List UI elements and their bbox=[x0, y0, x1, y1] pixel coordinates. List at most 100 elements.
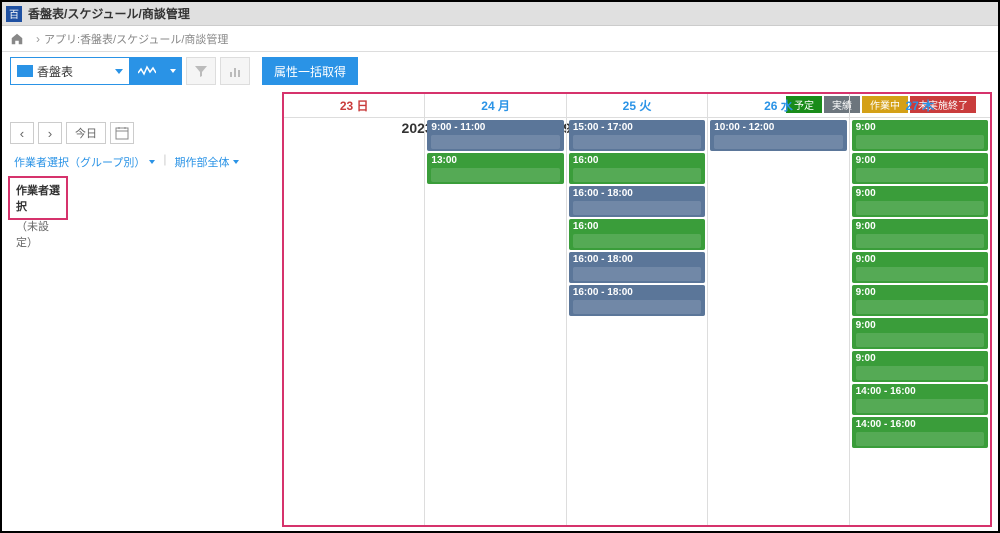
event-time: 16:00 - 18:00 bbox=[573, 188, 701, 199]
event-body bbox=[856, 234, 984, 248]
funnel-icon bbox=[194, 64, 208, 78]
chevron-down-icon bbox=[149, 160, 155, 164]
view-select-label: 香盤表 bbox=[37, 63, 115, 80]
event-body bbox=[856, 135, 984, 149]
calendar-event[interactable]: 16:00 - 18:00 bbox=[569, 285, 705, 316]
worker-group-filter[interactable]: 作業者選択（グループ別） bbox=[10, 152, 159, 172]
calendar-event[interactable]: 9:00 bbox=[852, 219, 988, 250]
chevron-down-icon bbox=[115, 69, 123, 74]
calendar-event[interactable]: 14:00 - 16:00 bbox=[852, 384, 988, 415]
titlebar: 百 香盤表/スケジュール/商談管理 bbox=[2, 2, 998, 26]
worker-select-box[interactable]: 作業者選択 （未設定） bbox=[8, 176, 68, 220]
calendar-event[interactable]: 9:00 - 11:00 bbox=[427, 120, 563, 151]
day-column: 9:00 9:00 9:00 9:00 9:00 9:00 9:00 9:00 14:00 - … bbox=[849, 118, 990, 525]
event-body bbox=[573, 234, 701, 248]
event-body bbox=[431, 168, 559, 182]
graph-toggle-button[interactable] bbox=[130, 57, 164, 85]
calendar-event[interactable]: 9:00 bbox=[852, 351, 988, 382]
next-button[interactable]: › bbox=[38, 122, 62, 144]
prev-button[interactable]: ‹ bbox=[10, 122, 34, 144]
calendar-event[interactable]: 9:00 bbox=[852, 285, 988, 316]
left-panel: ‹ › 今日 作業者選択（グループ別） | 期作部全体 作業者選択 （未設定） bbox=[2, 90, 282, 531]
calendar-event[interactable]: 14:00 - 16:00 bbox=[852, 417, 988, 448]
day-header[interactable]: 25 火 bbox=[566, 94, 707, 117]
event-body bbox=[856, 300, 984, 314]
event-body bbox=[573, 135, 701, 149]
breadcrumb-sep: › bbox=[36, 32, 40, 46]
calendar-event[interactable]: 16:00 - 18:00 bbox=[569, 186, 705, 217]
day-column: 9:00 - 11:00 13:00 bbox=[424, 118, 565, 525]
event-time: 16:00 - 18:00 bbox=[573, 254, 701, 265]
event-body bbox=[856, 399, 984, 413]
event-time: 9:00 bbox=[856, 122, 984, 133]
event-body bbox=[573, 168, 701, 182]
calendar-body: 9:00 - 11:00 13:00 15:00 - 17:00 16:00 16:00… bbox=[284, 118, 990, 525]
calendar-event[interactable]: 16:00 - 18:00 bbox=[569, 252, 705, 283]
event-body bbox=[856, 333, 984, 347]
event-body bbox=[573, 267, 701, 281]
chart-button[interactable] bbox=[220, 57, 250, 85]
bulk-fetch-button[interactable]: 属性一括取得 bbox=[262, 57, 358, 85]
event-body bbox=[856, 201, 984, 215]
calendar-event[interactable]: 10:00 - 12:00 bbox=[710, 120, 846, 151]
day-header[interactable]: 27 木 bbox=[849, 94, 990, 117]
event-time: 14:00 - 16:00 bbox=[856, 419, 984, 430]
graph-dropdown-button[interactable] bbox=[164, 57, 182, 85]
chevron-down-icon bbox=[233, 160, 239, 164]
event-time: 9:00 bbox=[856, 155, 984, 166]
breadcrumb: › アプリ: 香盤表/スケジュール/商談管理 bbox=[2, 26, 998, 52]
filter-row: 作業者選択（グループ別） | 期作部全体 bbox=[2, 150, 282, 174]
event-time: 16:00 - 18:00 bbox=[573, 287, 701, 298]
event-time: 15:00 - 17:00 bbox=[573, 122, 701, 133]
calendar-event[interactable]: 9:00 bbox=[852, 153, 988, 184]
calendar-area: 23 日24 月25 火26 水27 木 9:00 - 11:00 13:00 15… bbox=[282, 92, 992, 527]
worker-group-label: 作業者選択（グループ別） bbox=[14, 154, 145, 170]
calendar-picker-button[interactable] bbox=[110, 122, 134, 144]
event-time: 14:00 - 16:00 bbox=[856, 386, 984, 397]
day-header[interactable]: 26 水 bbox=[707, 94, 848, 117]
event-time: 9:00 bbox=[856, 353, 984, 364]
event-body bbox=[856, 366, 984, 380]
app-icon: 百 bbox=[6, 6, 22, 22]
calendar-event[interactable]: 15:00 - 17:00 bbox=[569, 120, 705, 151]
worker-select-value: （未設定） bbox=[16, 218, 60, 250]
filter-button[interactable] bbox=[186, 57, 216, 85]
day-column: 15:00 - 17:00 16:00 16:00 - 18:00 16:00 16:0… bbox=[566, 118, 707, 525]
event-body bbox=[856, 432, 984, 446]
view-select[interactable]: 香盤表 bbox=[10, 57, 130, 85]
day-header[interactable]: 24 月 bbox=[424, 94, 565, 117]
event-time: 9:00 - 11:00 bbox=[431, 122, 559, 133]
event-time: 9:00 bbox=[856, 254, 984, 265]
calendar-event[interactable]: 9:00 bbox=[852, 318, 988, 349]
event-time: 9:00 bbox=[856, 320, 984, 331]
breadcrumb-path[interactable]: 香盤表/スケジュール/商談管理 bbox=[80, 31, 228, 47]
calendar-event[interactable]: 9:00 bbox=[852, 252, 988, 283]
worker-select-label: 作業者選択 bbox=[16, 182, 60, 214]
calendar-view-icon bbox=[17, 65, 33, 77]
calendar-event[interactable]: 16:00 bbox=[569, 219, 705, 250]
event-body bbox=[856, 168, 984, 182]
event-time: 9:00 bbox=[856, 221, 984, 232]
calendar-event[interactable]: 9:00 bbox=[852, 186, 988, 217]
nav-row: ‹ › 今日 bbox=[2, 116, 282, 150]
calendar-event[interactable]: 13:00 bbox=[427, 153, 563, 184]
event-time: 16:00 bbox=[573, 155, 701, 166]
calendar-event[interactable]: 9:00 bbox=[852, 120, 988, 151]
event-time: 9:00 bbox=[856, 188, 984, 199]
calendar-event[interactable]: 16:00 bbox=[569, 153, 705, 184]
view-selector-group: 香盤表 bbox=[10, 57, 182, 85]
calendar-icon bbox=[115, 126, 129, 140]
home-icon[interactable] bbox=[10, 32, 24, 46]
event-time: 10:00 - 12:00 bbox=[714, 122, 842, 133]
content-area: ‹ › 今日 作業者選択（グループ別） | 期作部全体 作業者選択 （未設定） … bbox=[2, 90, 998, 531]
period-filter[interactable]: 期作部全体 bbox=[170, 152, 243, 172]
today-button[interactable]: 今日 bbox=[66, 122, 106, 144]
event-body bbox=[431, 135, 559, 149]
event-body bbox=[714, 135, 842, 149]
event-time: 13:00 bbox=[431, 155, 559, 166]
day-header[interactable]: 23 日 bbox=[284, 94, 424, 117]
breadcrumb-app: アプリ: bbox=[44, 31, 80, 47]
event-body bbox=[573, 201, 701, 215]
pulse-icon bbox=[138, 65, 156, 77]
filter-divider: | bbox=[163, 152, 166, 172]
